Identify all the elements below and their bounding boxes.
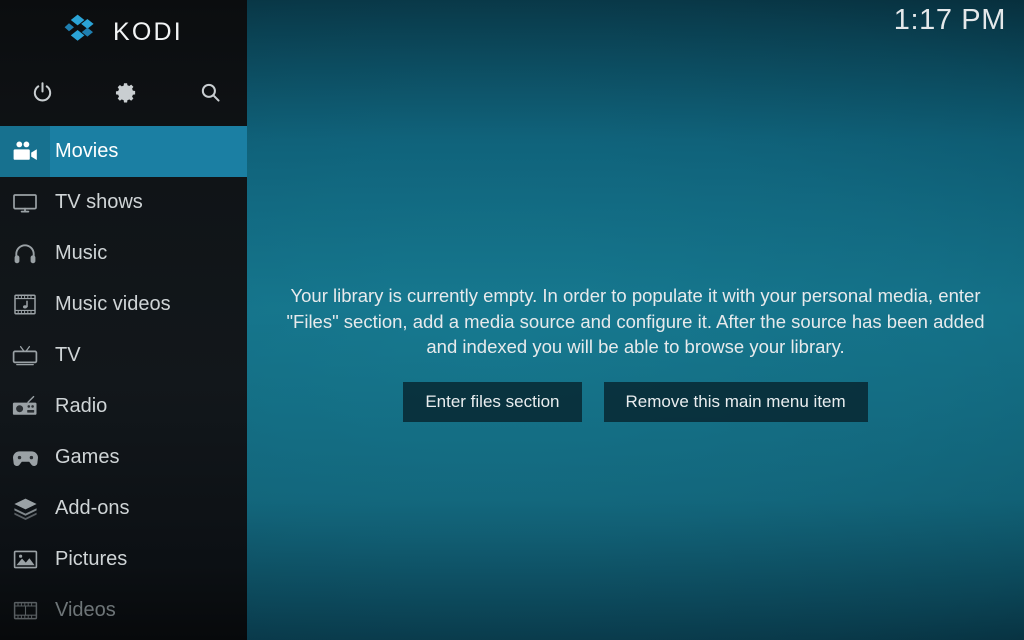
- sidebar-item-label: Music videos: [55, 293, 171, 315]
- sidebar-menu: Movies TV shows Music Music videos TV Ra…: [0, 126, 247, 636]
- empty-library-panel: Your library is currently empty. In orde…: [273, 283, 999, 422]
- radio-icon: [0, 381, 50, 432]
- clock: 1:17 PM: [893, 4, 1006, 36]
- enter-files-section-button[interactable]: Enter files section: [403, 381, 582, 422]
- sidebar-item-label: Movies: [55, 140, 119, 162]
- sidebar-item-movies[interactable]: Movies: [0, 126, 247, 177]
- sidebar: KODI Movies TV shows Music Music videos …: [0, 0, 247, 640]
- package-icon: [0, 483, 50, 534]
- sidebar-item-add-ons[interactable]: Add-ons: [0, 483, 247, 534]
- sidebar-item-tv[interactable]: TV: [0, 330, 247, 381]
- sidebar-item-label: Games: [55, 446, 120, 468]
- monitor-icon: [0, 177, 50, 228]
- sidebar-item-games[interactable]: Games: [0, 432, 247, 483]
- music-film-icon: [0, 279, 50, 330]
- sidebar-item-tv-shows[interactable]: TV shows: [0, 177, 247, 228]
- remove-main-menu-item-button[interactable]: Remove this main menu item: [603, 381, 868, 422]
- sidebar-item-radio[interactable]: Radio: [0, 381, 247, 432]
- sidebar-item-label: Music: [55, 242, 108, 264]
- sidebar-item-pictures[interactable]: Pictures: [0, 534, 247, 585]
- sidebar-item-label: Pictures: [55, 548, 128, 570]
- sidebar-toolbar: [0, 62, 247, 122]
- picture-icon: [0, 534, 50, 585]
- headphones-icon: [0, 228, 50, 279]
- sidebar-item-label: TV: [55, 344, 81, 366]
- power-icon[interactable]: [0, 62, 84, 122]
- brand-name: KODI: [113, 17, 183, 46]
- tv-icon: [0, 330, 50, 381]
- empty-library-message: Your library is currently empty. In orde…: [286, 285, 985, 357]
- sidebar-item-music[interactable]: Music: [0, 228, 247, 279]
- search-icon[interactable]: [168, 62, 252, 122]
- movie-camera-icon: [0, 126, 50, 177]
- kodi-logo-icon: [64, 13, 102, 49]
- sidebar-item-label: Radio: [55, 395, 108, 417]
- brand-logo: KODI: [0, 0, 247, 62]
- sidebar-item-label: Add-ons: [55, 497, 130, 519]
- empty-library-actions: Enter files section Remove this main men…: [273, 381, 999, 422]
- sidebar-item-music-videos[interactable]: Music videos: [0, 279, 247, 330]
- sidebar-item-label: TV shows: [55, 191, 143, 213]
- gear-icon[interactable]: [84, 62, 168, 122]
- sidebar-item-label: Videos: [55, 599, 116, 621]
- sidebar-item-videos[interactable]: Videos: [0, 585, 247, 636]
- kodi-window: Your library is currently empty. In orde…: [0, 0, 1024, 640]
- main-content-area: Your library is currently empty. In orde…: [247, 0, 1024, 640]
- film-strip-icon: [0, 585, 50, 636]
- gamepad-icon: [0, 432, 50, 483]
